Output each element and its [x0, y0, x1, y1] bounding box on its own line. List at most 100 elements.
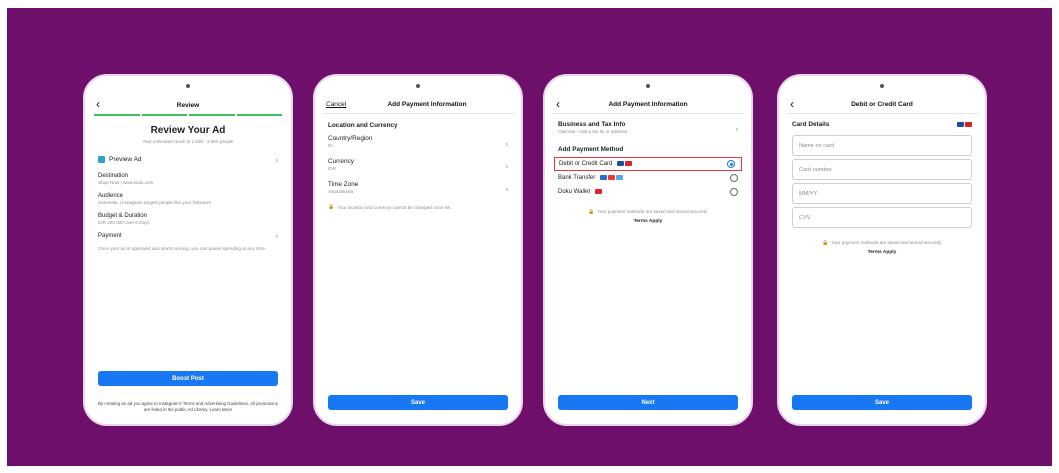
screen-title: Add Payment Information: [608, 101, 688, 108]
budget-value: IDR 200.000 over 6 Days: [98, 220, 150, 225]
audience-value: Automatic | Instagram targets people lik…: [98, 200, 211, 205]
cancel-link[interactable]: Cancel: [326, 101, 346, 108]
camera-dot: [880, 84, 884, 88]
phone-notch: [545, 76, 751, 96]
timezone-row[interactable]: Time Zone Asia/Jakarta ›: [322, 177, 514, 200]
method-bank-row[interactable]: Bank Transfer: [552, 171, 744, 185]
name-on-card-input[interactable]: Name on card: [792, 135, 972, 156]
back-arrow-icon[interactable]: ‹: [790, 97, 794, 111]
chevron-right-icon: ›: [505, 161, 508, 170]
lock-icon: 🔒: [587, 209, 595, 216]
header: ‹ Add Payment Information: [552, 96, 744, 114]
preview-thumbnail-icon: [98, 156, 105, 163]
terms-link[interactable]: Terms Apply: [786, 250, 978, 255]
section-heading: Card Details: [792, 121, 830, 128]
secure-note-text: Your payment methods are saved and store…: [597, 209, 709, 215]
save-button[interactable]: Save: [792, 395, 972, 410]
phone-notch: [779, 76, 985, 96]
currency-value: IDR: [328, 166, 336, 171]
destination-row[interactable]: Destination Shop Now | www.xialo.com: [92, 169, 284, 189]
name-placeholder: Name on card: [799, 142, 835, 149]
header: ‹ Debit or Credit Card: [786, 96, 978, 114]
payment-row[interactable]: Payment ›: [92, 229, 284, 243]
budget-row[interactable]: Budget & Duration IDR 200.000 over 6 Day…: [92, 209, 284, 229]
timezone-value: Asia/Jakarta: [328, 189, 354, 194]
phone-notch: [315, 76, 521, 96]
preview-ad-label: Preview Ad: [109, 156, 142, 163]
save-button[interactable]: Save: [328, 395, 508, 410]
preview-ad-row[interactable]: Preview Ad ›: [92, 152, 284, 167]
review-screen: ‹ Review Review Your Ad Your estimated r…: [92, 96, 284, 414]
boost-post-button[interactable]: Boost Post: [98, 371, 278, 386]
secure-note: 🔒 Your payment methods are saved and sto…: [552, 205, 744, 219]
country-label: Country/Region: [328, 135, 373, 142]
method-card-row[interactable]: Debit or Credit Card: [554, 157, 742, 172]
doku-logo-icon: [594, 189, 602, 195]
currency-row[interactable]: Currency IDR ›: [322, 154, 514, 177]
screen-title: Debit or Credit Card: [851, 101, 913, 108]
audience-label: Audience: [98, 193, 124, 199]
progress-bar: [94, 114, 282, 116]
screen-title: Add Payment Information: [387, 101, 467, 108]
header: Cancel Add Payment Information: [322, 96, 514, 114]
card-number-input[interactable]: Card number: [792, 159, 972, 180]
payment-label: Payment: [98, 233, 122, 239]
chevron-right-icon: ›: [505, 139, 508, 148]
method-doku-row[interactable]: Doku Wallet: [552, 185, 744, 199]
secure-note: 🔒 Your payment methods are saved and sto…: [786, 236, 978, 250]
phone-payment-method: ‹ Add Payment Information Business and T…: [543, 74, 753, 426]
phone-review: ‹ Review Review Your Ad Your estimated r…: [83, 74, 293, 426]
approval-notice: Once your ad is approved and starts runn…: [98, 246, 267, 251]
phone-notch: [85, 76, 291, 96]
audience-row[interactable]: Audience Automatic | Instagram targets p…: [92, 189, 284, 209]
bank-logos-icon: [600, 175, 624, 181]
phone-card-details: ‹ Debit or Credit Card Card Details Name…: [777, 74, 987, 426]
country-row[interactable]: Country/Region ID ›: [322, 133, 514, 154]
lock-icon: 🔒: [821, 240, 829, 246]
terms-link[interactable]: Terms Apply: [552, 219, 744, 224]
card-brands-icon: [957, 122, 972, 127]
cvv-placeholder: CVV: [799, 214, 811, 221]
destination-label: Destination: [98, 173, 129, 179]
method-doku-radio[interactable]: [730, 188, 738, 197]
method-doku-label: Doku Wallet: [558, 189, 591, 196]
camera-dot: [186, 84, 190, 88]
payment-method-screen: ‹ Add Payment Information Business and T…: [552, 96, 744, 414]
add-payment-screen: Cancel Add Payment Information Location …: [322, 96, 514, 414]
card-details-screen: ‹ Debit or Credit Card Card Details Name…: [786, 96, 978, 414]
page-heading: Review Your Ad: [150, 125, 226, 136]
tax-info-value: Optional - Add a tax ID or address: [558, 129, 628, 134]
location-note: Your location and currency cannot be cha…: [337, 205, 452, 210]
chevron-right-icon: ›: [735, 124, 738, 133]
number-placeholder: Card number: [799, 166, 832, 173]
section-heading: Add Payment Method: [558, 146, 624, 153]
estimated-reach: Your estimated reach is 1.500 - 3.900 pe…: [142, 139, 234, 144]
chevron-right-icon: ›: [275, 231, 278, 241]
camera-dot: [416, 84, 420, 88]
method-card-radio[interactable]: [727, 160, 735, 169]
expiry-placeholder: MM/YY: [799, 190, 818, 197]
chevron-right-icon: ›: [275, 155, 278, 164]
header: ‹ Review: [92, 96, 284, 114]
method-card-label: Debit or Credit Card: [559, 161, 613, 168]
camera-dot: [646, 84, 650, 88]
tax-info-label: Business and Tax Info: [558, 121, 626, 128]
secure-note-text: Your payment methods are saved and store…: [831, 240, 943, 245]
legal-text: By creating an ad you agree to Instagram…: [98, 401, 278, 412]
next-button[interactable]: Next: [558, 395, 738, 410]
chevron-right-icon: ›: [505, 184, 508, 193]
back-arrow-icon[interactable]: ‹: [96, 97, 100, 111]
tax-info-row[interactable]: Business and Tax Info Optional - Add a t…: [552, 117, 744, 140]
cvv-input[interactable]: CVV: [792, 207, 972, 228]
card-brands-icon: [617, 161, 633, 166]
destination-value: Shop Now | www.xialo.com: [98, 180, 154, 185]
section-heading: Location and Currency: [328, 122, 398, 129]
country-value: ID: [328, 143, 333, 148]
back-arrow-icon[interactable]: ‹: [556, 97, 560, 111]
method-bank-label: Bank Transfer: [558, 175, 596, 182]
currency-label: Currency: [328, 158, 354, 165]
expiry-input[interactable]: MM/YY: [792, 183, 972, 204]
phone-add-payment: Cancel Add Payment Information Location …: [313, 74, 523, 426]
lock-icon: 🔒: [328, 204, 335, 210]
method-bank-radio[interactable]: [730, 174, 738, 183]
